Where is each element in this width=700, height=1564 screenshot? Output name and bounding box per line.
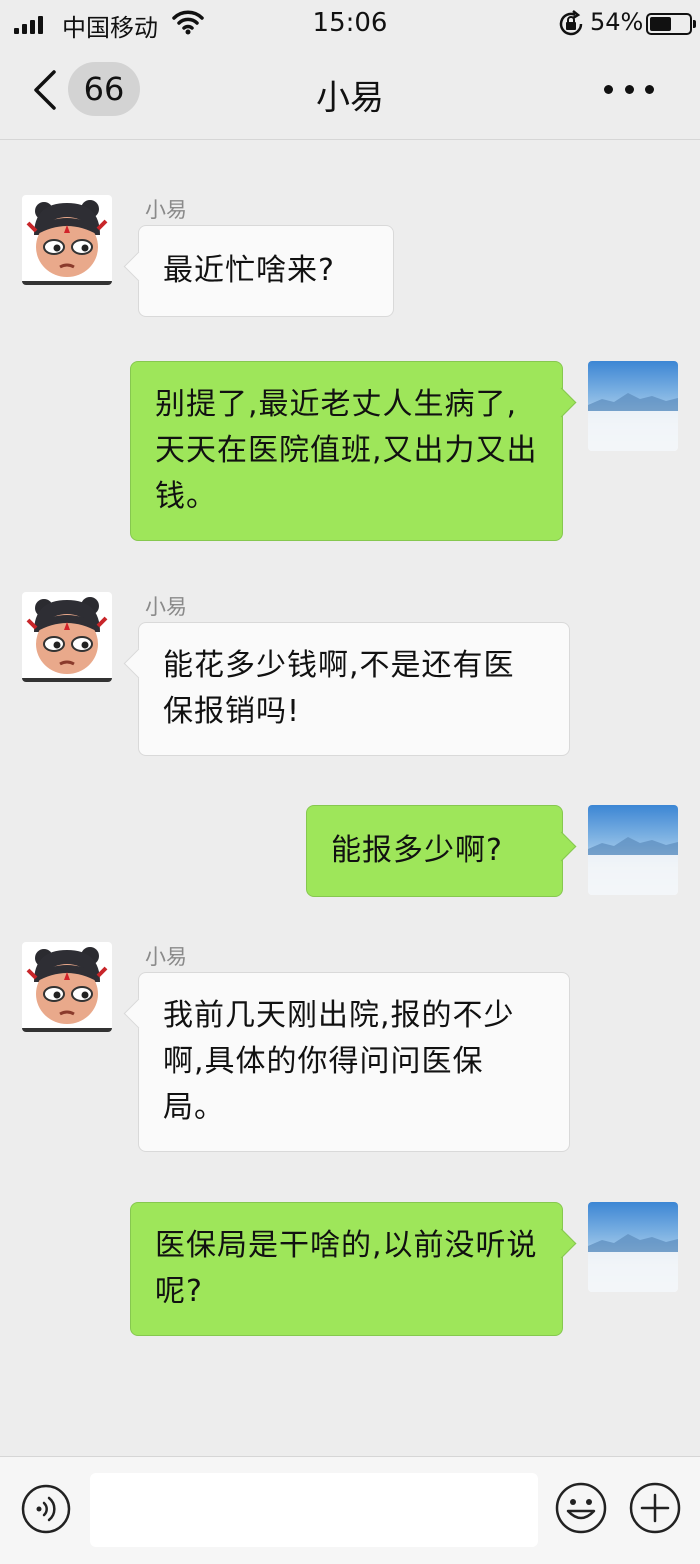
sender-name: 小易 <box>145 595 187 619</box>
sender-name: 小易 <box>145 945 187 969</box>
plus-icon[interactable] <box>628 1481 682 1535</box>
message-input[interactable] <box>90 1473 538 1547</box>
contact-avatar[interactable] <box>22 942 112 1032</box>
status-bar: 中国移动 15:06 54% <box>0 0 700 48</box>
my-avatar[interactable] <box>588 805 678 895</box>
incoming-message-bubble[interactable]: 我前几天刚出院,报的不少啊,具体的你得问问医保局。 <box>138 972 570 1152</box>
rotation-lock-icon <box>559 10 583 36</box>
outgoing-message-bubble[interactable]: 能报多少啊? <box>306 805 563 897</box>
emoji-icon[interactable] <box>554 1481 608 1535</box>
incoming-message-bubble[interactable]: 最近忙啥来? <box>138 225 394 317</box>
my-avatar[interactable] <box>588 361 678 451</box>
chat-title: 小易 <box>316 78 384 118</box>
sky-avatar-image <box>588 361 678 451</box>
voice-icon[interactable] <box>20 1483 72 1535</box>
my-avatar[interactable] <box>588 1202 678 1292</box>
character-avatar-image <box>22 592 112 682</box>
outgoing-message-bubble[interactable]: 别提了,最近老丈人生病了,天天在医院值班,又出力又出钱。 <box>130 361 563 541</box>
more-dots-icon[interactable] <box>604 72 654 106</box>
contact-avatar[interactable] <box>22 592 112 682</box>
contact-avatar[interactable] <box>22 195 112 285</box>
character-avatar-image <box>22 195 112 285</box>
message-input-bar <box>0 1456 700 1564</box>
chat-header: 66 小易 <box>0 48 700 140</box>
battery-icon <box>646 13 696 35</box>
sender-name: 小易 <box>145 198 187 222</box>
character-avatar-image <box>22 942 112 1032</box>
battery-percent: 54% <box>590 8 644 36</box>
outgoing-message-bubble[interactable]: 医保局是干啥的,以前没听说呢? <box>130 1202 563 1336</box>
incoming-message-bubble[interactable]: 能花多少钱啊,不是还有医保报销吗! <box>138 622 570 756</box>
sky-avatar-image <box>588 805 678 895</box>
sky-avatar-image <box>588 1202 678 1292</box>
